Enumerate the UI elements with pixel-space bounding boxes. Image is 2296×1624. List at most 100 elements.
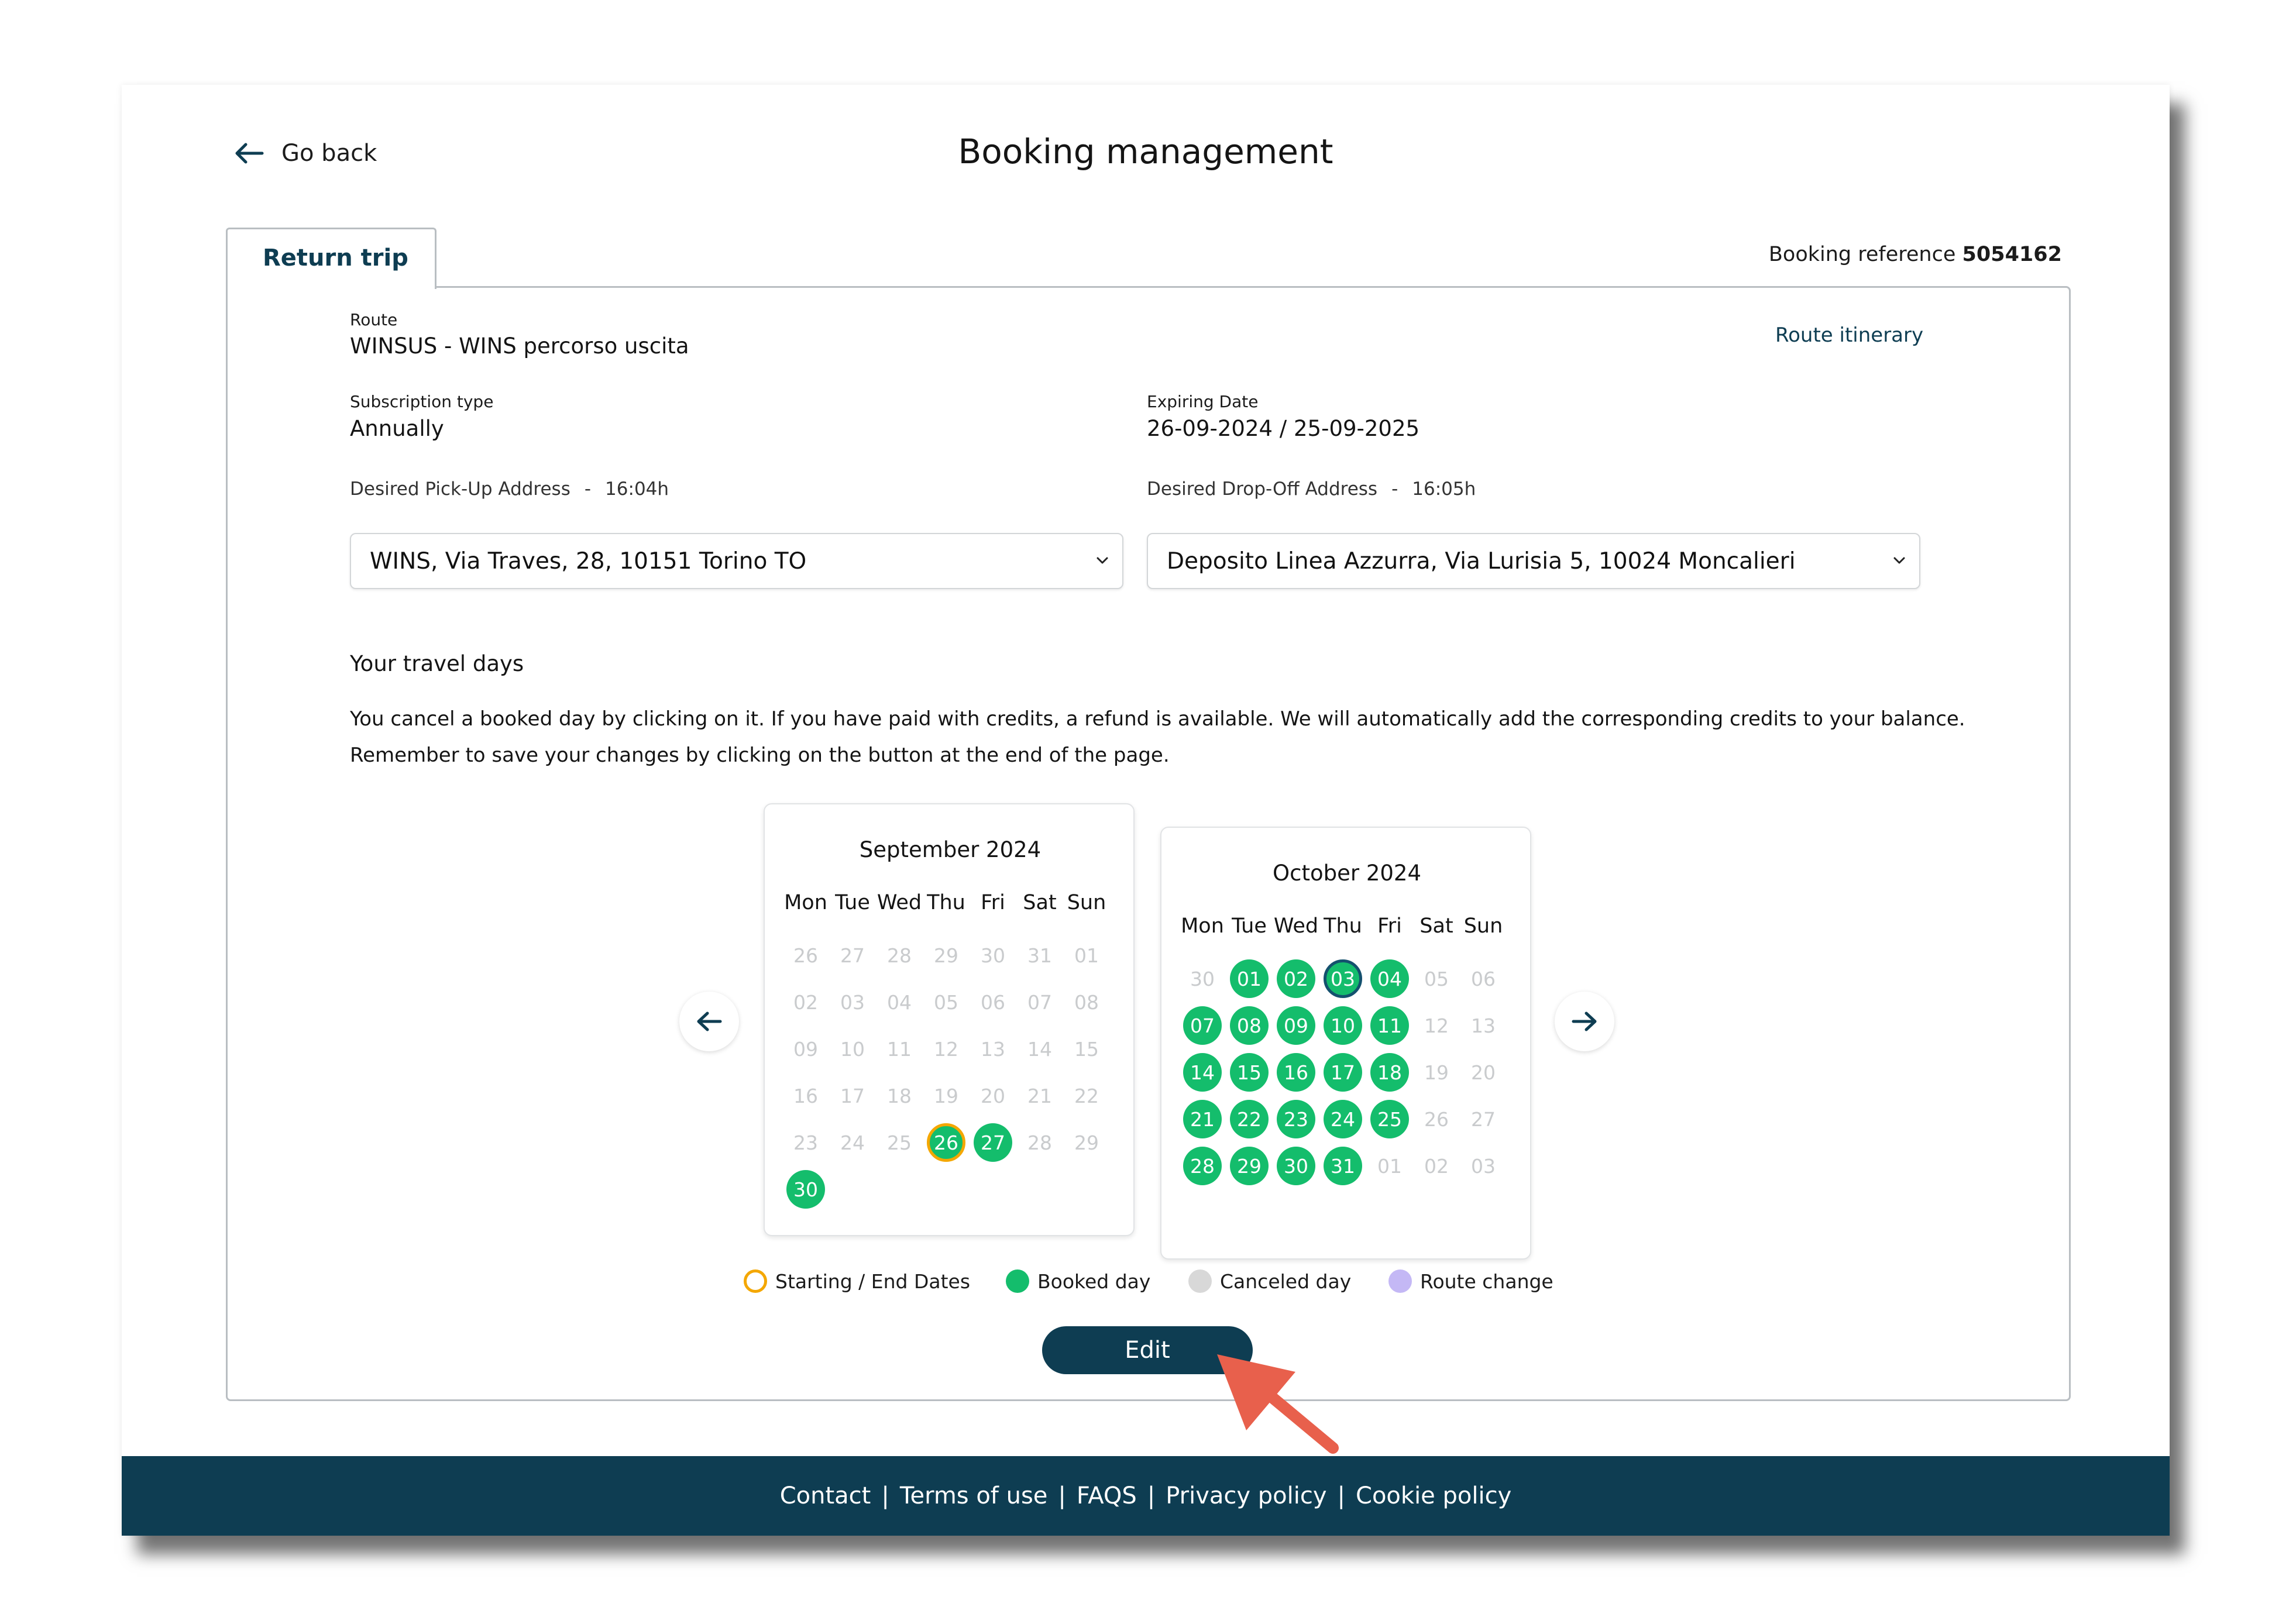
calendar-day: 30	[1190, 967, 1215, 990]
calendar-day: 20	[981, 1084, 1005, 1107]
calendar-day: 04	[887, 990, 912, 1014]
calendar-day-booked[interactable]: 09	[1277, 1006, 1315, 1045]
pickup-time: 16:04h	[605, 479, 669, 500]
dropoff-address-label: Desired Drop-Off Address -16:05h	[1147, 479, 1476, 500]
calendar-day: 17	[840, 1084, 865, 1107]
route-itinerary-link[interactable]: Route itinerary	[1775, 324, 1923, 347]
pickup-address-select[interactable]: WINS, Via Traves, 28, 10151 Torino TO	[350, 533, 1123, 589]
calendar-day: 21	[1027, 1084, 1052, 1107]
footer-contact-link[interactable]: Contact	[780, 1482, 871, 1509]
calendar-day-booked[interactable]: 04	[1370, 959, 1409, 998]
calendar-day-booked[interactable]: 15	[1230, 1053, 1269, 1092]
calendar-month-title: September 2024	[859, 837, 1042, 862]
calendar-day: 14	[1027, 1037, 1052, 1061]
dropoff-time: 16:05h	[1412, 479, 1476, 500]
calendar-day-booked[interactable]: 30	[786, 1170, 825, 1209]
booking-reference-label: Booking reference	[1768, 243, 1956, 266]
calendar-day-booked[interactable]: 18	[1370, 1053, 1409, 1092]
booking-page: Go back Booking management Return trip B…	[122, 85, 2170, 1536]
calendar-day: 06	[981, 990, 1005, 1014]
calendar-october-2024: October 2024 Mon Tue Wed Thu Fri Sat Sun 30 01 02…	[1160, 827, 1531, 1260]
calendar-day-booked[interactable]: 24	[1324, 1100, 1362, 1138]
dot-icon	[1388, 1269, 1412, 1293]
weekday-header: Thu	[1324, 914, 1362, 938]
calendar-day: 24	[840, 1131, 865, 1154]
legend-route-change: Route change	[1388, 1267, 1553, 1296]
calendar-day-booked[interactable]: 08	[1230, 1006, 1269, 1045]
calendar-day-booked[interactable]: 03	[1324, 959, 1362, 998]
calendar-day-booked[interactable]: 02	[1277, 959, 1315, 998]
calendar-day: 22	[1074, 1084, 1099, 1107]
calendar-day-booked[interactable]: 01	[1230, 959, 1269, 998]
footer-terms-link[interactable]: Terms of use	[900, 1482, 1048, 1509]
calendar-day-booked[interactable]: 16	[1277, 1053, 1315, 1092]
weekday-header: Fri	[981, 891, 1005, 914]
footer-faqs-link[interactable]: FAQS	[1077, 1482, 1137, 1509]
calendar-day: 28	[1027, 1131, 1052, 1154]
calendar-day: 27	[1471, 1107, 1496, 1131]
edit-button[interactable]: Edit	[1042, 1326, 1253, 1374]
footer-separator: |	[1147, 1482, 1156, 1509]
calendar-day: 01	[1074, 944, 1099, 967]
arrow-right-icon	[1572, 1011, 1597, 1031]
calendar-day-booked[interactable]: 11	[1370, 1006, 1409, 1045]
calendar-day: 08	[1074, 990, 1099, 1014]
calendar-day: 20	[1471, 1061, 1496, 1084]
weekday-header: Sun	[1463, 914, 1503, 938]
calendar-day: 10	[840, 1037, 865, 1061]
calendar-day-booked[interactable]: 28	[1183, 1147, 1222, 1185]
calendar-day-booked[interactable]: 21	[1183, 1100, 1222, 1138]
calendar-day-booked[interactable]: 31	[1324, 1147, 1362, 1185]
calendar-month-title: October 2024	[1273, 861, 1421, 886]
pickup-separator: -	[584, 479, 592, 500]
calendar-day: 06	[1471, 967, 1496, 990]
previous-month-button[interactable]	[679, 992, 739, 1051]
calendar-day: 12	[1424, 1014, 1449, 1037]
calendar-day: 11	[887, 1037, 912, 1061]
booking-reference-value: 5054162	[1962, 243, 2062, 266]
calendar-day-booked[interactable]: 30	[1277, 1147, 1315, 1185]
next-month-button[interactable]	[1555, 992, 1614, 1051]
calendar-day: 27	[840, 944, 865, 967]
calendar-day-booked[interactable]: 22	[1230, 1100, 1269, 1138]
legend-start-end: Starting / End Dates	[744, 1267, 970, 1296]
footer-separator: |	[881, 1482, 889, 1509]
calendar-day-booked[interactable]: 25	[1370, 1100, 1409, 1138]
calendar-day: 26	[793, 944, 818, 967]
calendar-day: 07	[1027, 990, 1052, 1014]
calendar-day: 13	[1471, 1014, 1496, 1037]
calendar-day: 18	[887, 1084, 912, 1107]
footer-privacy-link[interactable]: Privacy policy	[1166, 1482, 1326, 1509]
pickup-label-text: Desired Pick-Up Address	[350, 479, 570, 500]
calendar-day-booked[interactable]: 14	[1183, 1053, 1222, 1092]
calendar-day: 02	[1424, 1154, 1449, 1178]
calendar-day: 29	[1074, 1131, 1099, 1154]
calendar-day: 09	[793, 1037, 818, 1061]
calendar-day-booked[interactable]: 10	[1324, 1006, 1362, 1045]
route-value: WINSUS - WINS percorso uscita	[350, 333, 689, 359]
calendar-day-booked[interactable]: 07	[1183, 1006, 1222, 1045]
calendar-day-booked[interactable]: 26	[927, 1123, 965, 1162]
calendar-day-booked[interactable]: 27	[974, 1123, 1012, 1162]
tab-return-trip[interactable]: Return trip	[226, 228, 436, 289]
weekday-header: Sun	[1067, 891, 1106, 914]
booking-card	[226, 286, 2071, 1401]
weekday-header: Thu	[927, 891, 965, 914]
calendar-day: 19	[934, 1084, 958, 1107]
calendar-day: 01	[1377, 1154, 1402, 1178]
calendar-day-booked[interactable]: 17	[1324, 1053, 1362, 1092]
weekday-header: Sat	[1419, 914, 1453, 938]
calendar-day: 03	[1471, 1154, 1496, 1178]
footer-separator: |	[1337, 1482, 1346, 1509]
dropoff-address-select[interactable]: Deposito Linea Azzurra, Via Lurisia 5, 1…	[1147, 533, 1920, 589]
calendar-day-booked[interactable]: 29	[1230, 1147, 1269, 1185]
dropoff-label-text: Desired Drop-Off Address	[1147, 479, 1378, 500]
calendar-day-booked[interactable]: 23	[1277, 1100, 1315, 1138]
dot-icon	[1188, 1269, 1212, 1293]
dropoff-address-value: Deposito Linea Azzurra, Via Lurisia 5, 1…	[1167, 548, 1796, 574]
calendar-day: 31	[1027, 944, 1052, 967]
chevron-down-icon	[1893, 557, 1905, 564]
legend-booked-label: Booked day	[1037, 1269, 1151, 1293]
footer-cookie-link[interactable]: Cookie policy	[1356, 1482, 1511, 1509]
travel-days-heading: Your travel days	[350, 651, 524, 676]
